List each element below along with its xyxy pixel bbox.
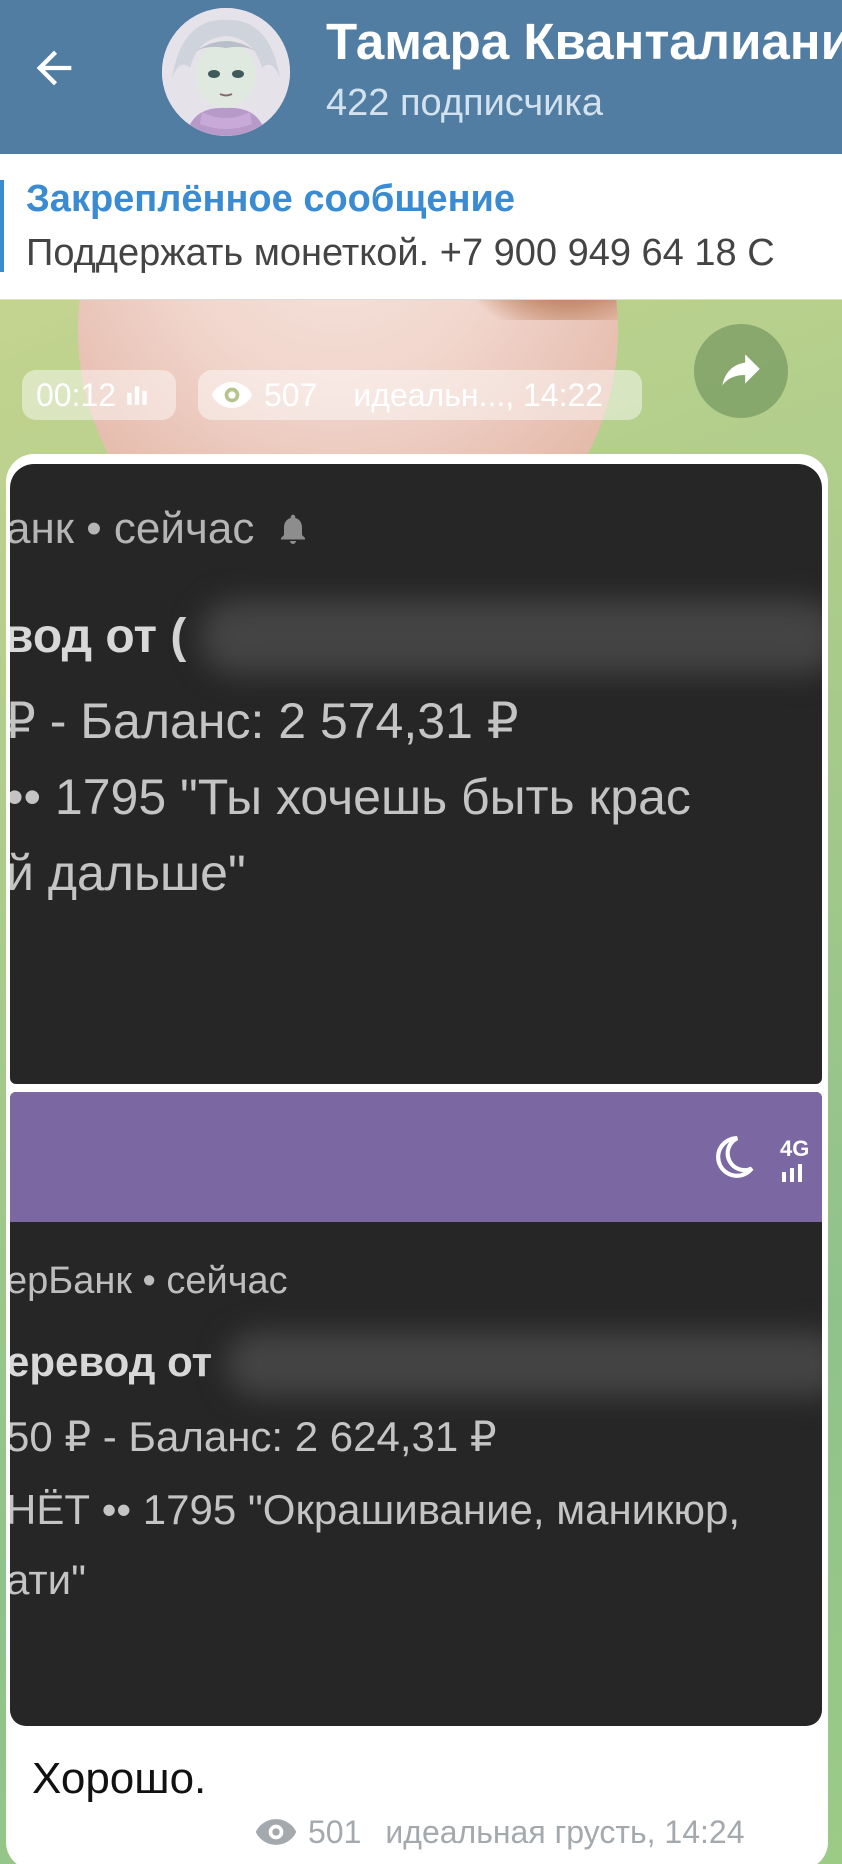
message-views: 501 <box>308 1813 362 1850</box>
photo-attachment-1[interactable]: анк • сейчас вод от ( ₽ - Баланс: 2 574,… <box>10 464 822 1084</box>
audio-bars-icon <box>127 386 147 405</box>
moon-icon <box>716 1136 754 1178</box>
video-views: 507 <box>264 376 318 413</box>
eye-icon <box>255 1819 297 1845</box>
channel-title[interactable]: Тамара Кванталиани <box>326 12 842 72</box>
channel-avatar[interactable] <box>162 8 290 136</box>
signal-icon <box>782 1164 802 1182</box>
notification-app-line: анк • сейчас <box>10 504 311 554</box>
notification-app-line: ерБанк • сейчас <box>10 1260 288 1302</box>
video-meta-badge: 507 идеальн..., 14:22 <box>198 370 642 420</box>
redacted-name <box>226 1332 822 1396</box>
video-duration-badge: 00:12 <box>22 370 176 420</box>
notification-message-line-2: й дальше" <box>10 845 246 901</box>
phone-status-bar: 4G <box>10 1092 822 1222</box>
notification-amount-line: 50 ₽ - Баланс: 2 624,31 ₽ <box>10 1413 497 1460</box>
notification-amount-line: ₽ - Баланс: 2 574,31 ₽ <box>10 693 519 749</box>
bell-icon <box>280 514 305 544</box>
pinned-text: Поддержать монеткой. +7 900 949 64 18 С <box>26 232 775 274</box>
photo-attachment-2[interactable]: 4G ерБанк • сейчас еревод от 50 ₽ - Бала… <box>10 1092 822 1726</box>
pinned-message-bar[interactable]: Закреплённое сообщение Поддержать монетк… <box>0 154 842 300</box>
video-frame-detail <box>438 300 618 320</box>
network-indicator: 4G <box>780 1136 810 1161</box>
notification-message-line-2: ати" <box>10 1556 87 1603</box>
pinned-indicator <box>0 180 4 272</box>
back-button[interactable] <box>22 36 86 100</box>
subscriber-count: 422 подписчика <box>326 82 604 124</box>
message-signature: идеальная грусть, 14:24 <box>385 1813 745 1850</box>
video-signature: идеальн..., 14:22 <box>353 376 604 413</box>
video-duration: 00:12 <box>36 376 117 413</box>
pinned-title: Закреплённое сообщение <box>26 178 516 220</box>
share-button[interactable] <box>694 324 788 418</box>
notification-title-line: еревод от <box>10 1338 213 1385</box>
notification-message-line: НЁТ •• 1795 "Окрашивание, маникюр, <box>10 1486 741 1533</box>
message-meta: 501 идеальная грусть, 14:24 <box>254 1810 745 1854</box>
message-text: Хорошо. <box>32 1754 207 1803</box>
notification-message-line: •• 1795 "Ты хочешь быть крас <box>10 769 691 825</box>
chat-header: Тамара Кванталиани 422 подписчика <box>0 0 842 154</box>
arrow-left-icon <box>36 50 72 86</box>
notification-title-line: вод от ( <box>10 610 187 663</box>
redacted-name <box>200 600 822 674</box>
share-arrow-icon <box>722 354 760 386</box>
eye-icon <box>211 382 253 408</box>
avatar-illustration <box>162 8 290 136</box>
